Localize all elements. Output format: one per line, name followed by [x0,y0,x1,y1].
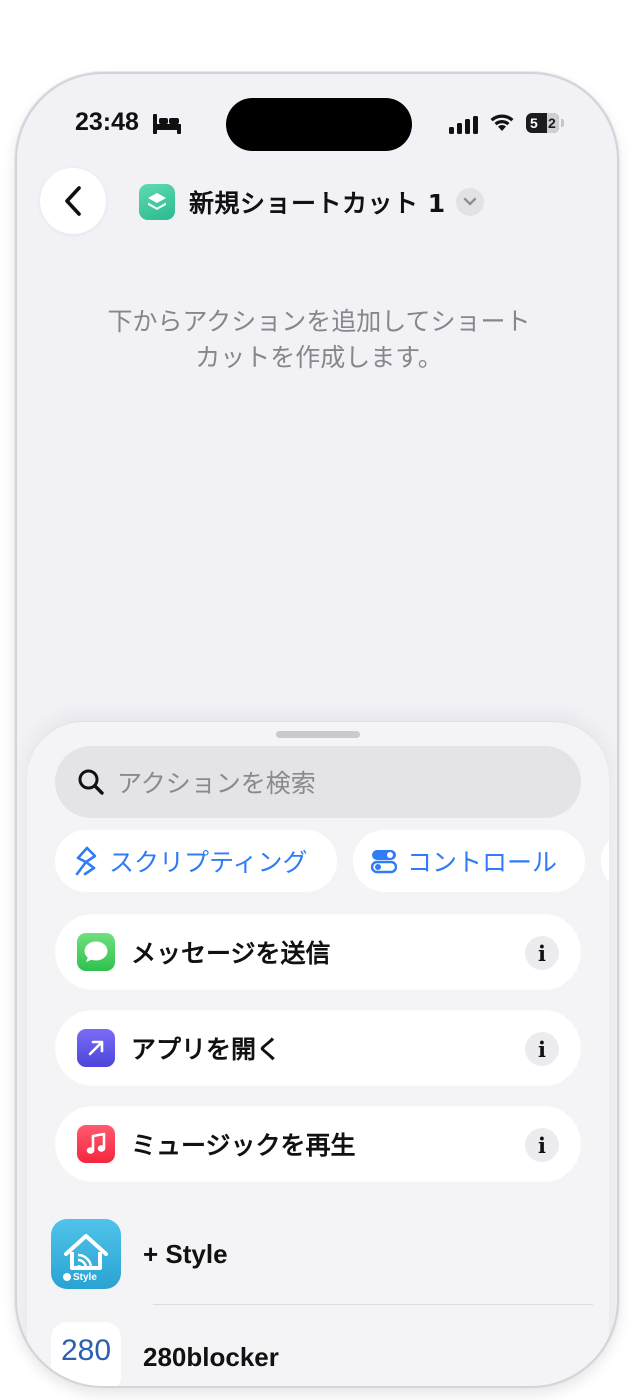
action-label: メッセージを送信 [131,939,331,968]
shortcuts-stack-icon [139,184,175,220]
cellular-signal-icon [449,116,478,134]
sheet-grabber[interactable] [276,731,360,738]
empty-state-hint: 下からアクションを追加してショート カットを作成します。 [67,304,571,376]
action-sheet: アクションを検索 スクリプティング コントロール メッセージを送信 i アプリを… [27,722,609,1386]
category-label-controls: コントロール [407,848,558,877]
back-button[interactable] [40,168,106,234]
search-placeholder: アクションを検索 [117,769,316,798]
app-row-label: 280blocker [143,1341,279,1372]
battery-level-first-digit: 5 [530,115,538,131]
empty-hint-line-2: カットを作成します。 [195,343,443,372]
open-app-icon [77,1029,115,1067]
category-chip-more[interactable] [601,830,609,892]
category-chip-scripting[interactable]: スクリプティング [55,830,337,892]
music-icon [77,1125,115,1163]
phone-screen: 23:48 52 新規ショートカット 1 下からアクションを追加してショート カ… [15,72,619,1388]
dynamic-island [226,98,412,151]
info-button[interactable]: i [525,1032,559,1066]
category-chip-controls[interactable]: コントロール [353,830,585,892]
search-icon [78,769,104,795]
app-row-label: + Style [143,1238,228,1269]
action-row-play-music[interactable]: ミュージックを再生 i [55,1106,581,1182]
category-label-scripting: スクリプティング [109,848,308,877]
action-row-send-message[interactable]: メッセージを送信 i [55,914,581,990]
list-divider [153,1304,593,1305]
controls-icon [371,848,397,874]
plus-style-icon-text: Style [73,1272,97,1282]
action-label: アプリを開く [131,1035,282,1064]
shortcut-title-menu[interactable]: 新規ショートカット 1 [139,182,484,222]
status-time: 23:48 [75,108,139,136]
action-row-open-app[interactable]: アプリを開く i [55,1010,581,1086]
280blocker-icon-text: 280 [60,1334,112,1367]
action-label: ミュージックを再生 [131,1131,356,1160]
280blocker-app-icon: 280 [51,1322,121,1386]
info-button[interactable]: i [525,1128,559,1162]
app-row-plus-style[interactable]: Style + Style [51,1209,581,1299]
sleep-bed-icon [153,114,181,134]
search-input[interactable]: アクションを検索 [55,746,581,818]
plus-style-app-icon: Style [51,1219,121,1289]
page-title: 新規ショートカット 1 [189,189,446,218]
empty-hint-line-1: 下からアクションを追加してショート [107,307,531,336]
messages-icon [77,933,115,971]
status-bar: 23:48 52 [17,74,617,174]
battery-level-second-digit: 2 [547,113,559,133]
info-button[interactable]: i [525,936,559,970]
chevron-left-icon [65,186,81,216]
battery-indicator: 52 [526,113,559,133]
chevron-down-icon [455,188,484,216]
scripting-icon [73,846,99,876]
app-row-280blocker[interactable]: 280 280blocker [51,1312,581,1386]
wifi-icon [490,114,514,131]
battery-tip [561,119,564,127]
